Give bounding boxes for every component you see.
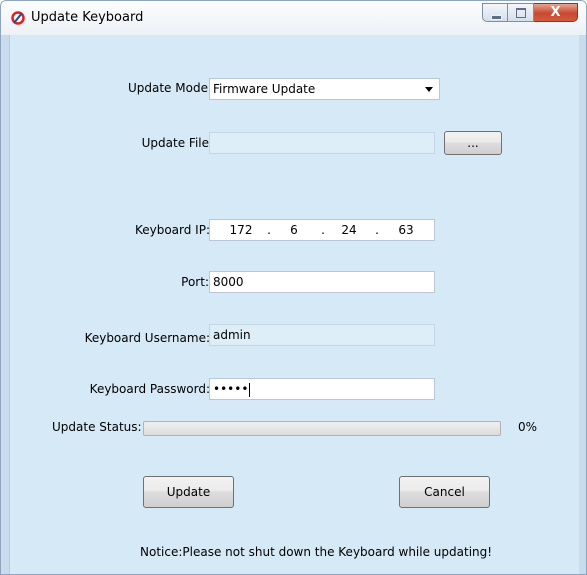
update-mode-select[interactable]: Firmware Update xyxy=(209,78,440,100)
update-status-label: Update Status: xyxy=(52,420,142,434)
port-input[interactable]: 8000 xyxy=(209,271,435,293)
update-progress-bar xyxy=(143,421,501,436)
port-value: 8000 xyxy=(213,275,244,289)
maximize-icon xyxy=(516,8,526,18)
cancel-button-label: Cancel xyxy=(424,485,465,499)
update-file-field xyxy=(209,132,435,154)
chevron-down-icon xyxy=(425,87,433,92)
update-file-label: Update File xyxy=(141,136,209,150)
browse-button-label: ... xyxy=(467,136,479,150)
username-label: Keyboard Username: xyxy=(84,331,210,345)
password-masked-value: ••••• xyxy=(213,382,249,396)
browse-file-button[interactable]: ... xyxy=(444,131,502,155)
update-mode-label: Update Mode: xyxy=(127,81,212,95)
window-title: Update Keyboard xyxy=(31,10,144,25)
minimize-icon xyxy=(491,15,502,20)
ip-separator: . xyxy=(375,223,379,237)
title-bar[interactable]: Update Keyboard X xyxy=(1,1,586,35)
minimize-button[interactable] xyxy=(482,3,508,22)
port-label: Port: xyxy=(181,275,209,289)
ip-octet-4[interactable]: 63 xyxy=(388,220,424,240)
username-value: admin xyxy=(213,328,251,342)
ip-octet-1[interactable]: 172 xyxy=(223,220,259,240)
username-field: admin xyxy=(209,324,435,346)
password-input[interactable]: ••••• xyxy=(209,378,435,400)
cancel-button[interactable]: Cancel xyxy=(399,476,490,508)
maximize-button[interactable] xyxy=(508,3,534,22)
keyboard-ip-label: Keyboard IP: xyxy=(134,223,210,237)
update-button[interactable]: Update xyxy=(143,476,234,508)
update-mode-value: Firmware Update xyxy=(213,82,316,96)
close-icon: X xyxy=(550,5,561,20)
keyboard-ip-field[interactable]: 172 . 6 . 24 . 63 xyxy=(209,219,435,241)
ip-octet-2[interactable]: 6 xyxy=(279,220,309,240)
form-panel: Update Mode: Firmware Update Update File… xyxy=(9,35,579,574)
ip-octet-3[interactable]: 24 xyxy=(331,220,367,240)
app-logo-icon xyxy=(11,11,25,25)
progress-percent: 0% xyxy=(518,420,538,434)
window-controls: X xyxy=(482,3,578,23)
text-cursor xyxy=(249,382,251,397)
notice-text: Notice:Please not shut down the Keyboard… xyxy=(140,545,493,559)
ip-separator: . xyxy=(267,223,271,237)
window-frame-edge xyxy=(1,35,9,574)
update-keyboard-window: Update Keyboard X Update Mode: Firmware … xyxy=(0,0,587,575)
ip-separator: . xyxy=(321,223,325,237)
password-label: Keyboard Password: xyxy=(89,382,210,396)
close-button[interactable]: X xyxy=(534,3,578,22)
update-button-label: Update xyxy=(166,485,211,499)
